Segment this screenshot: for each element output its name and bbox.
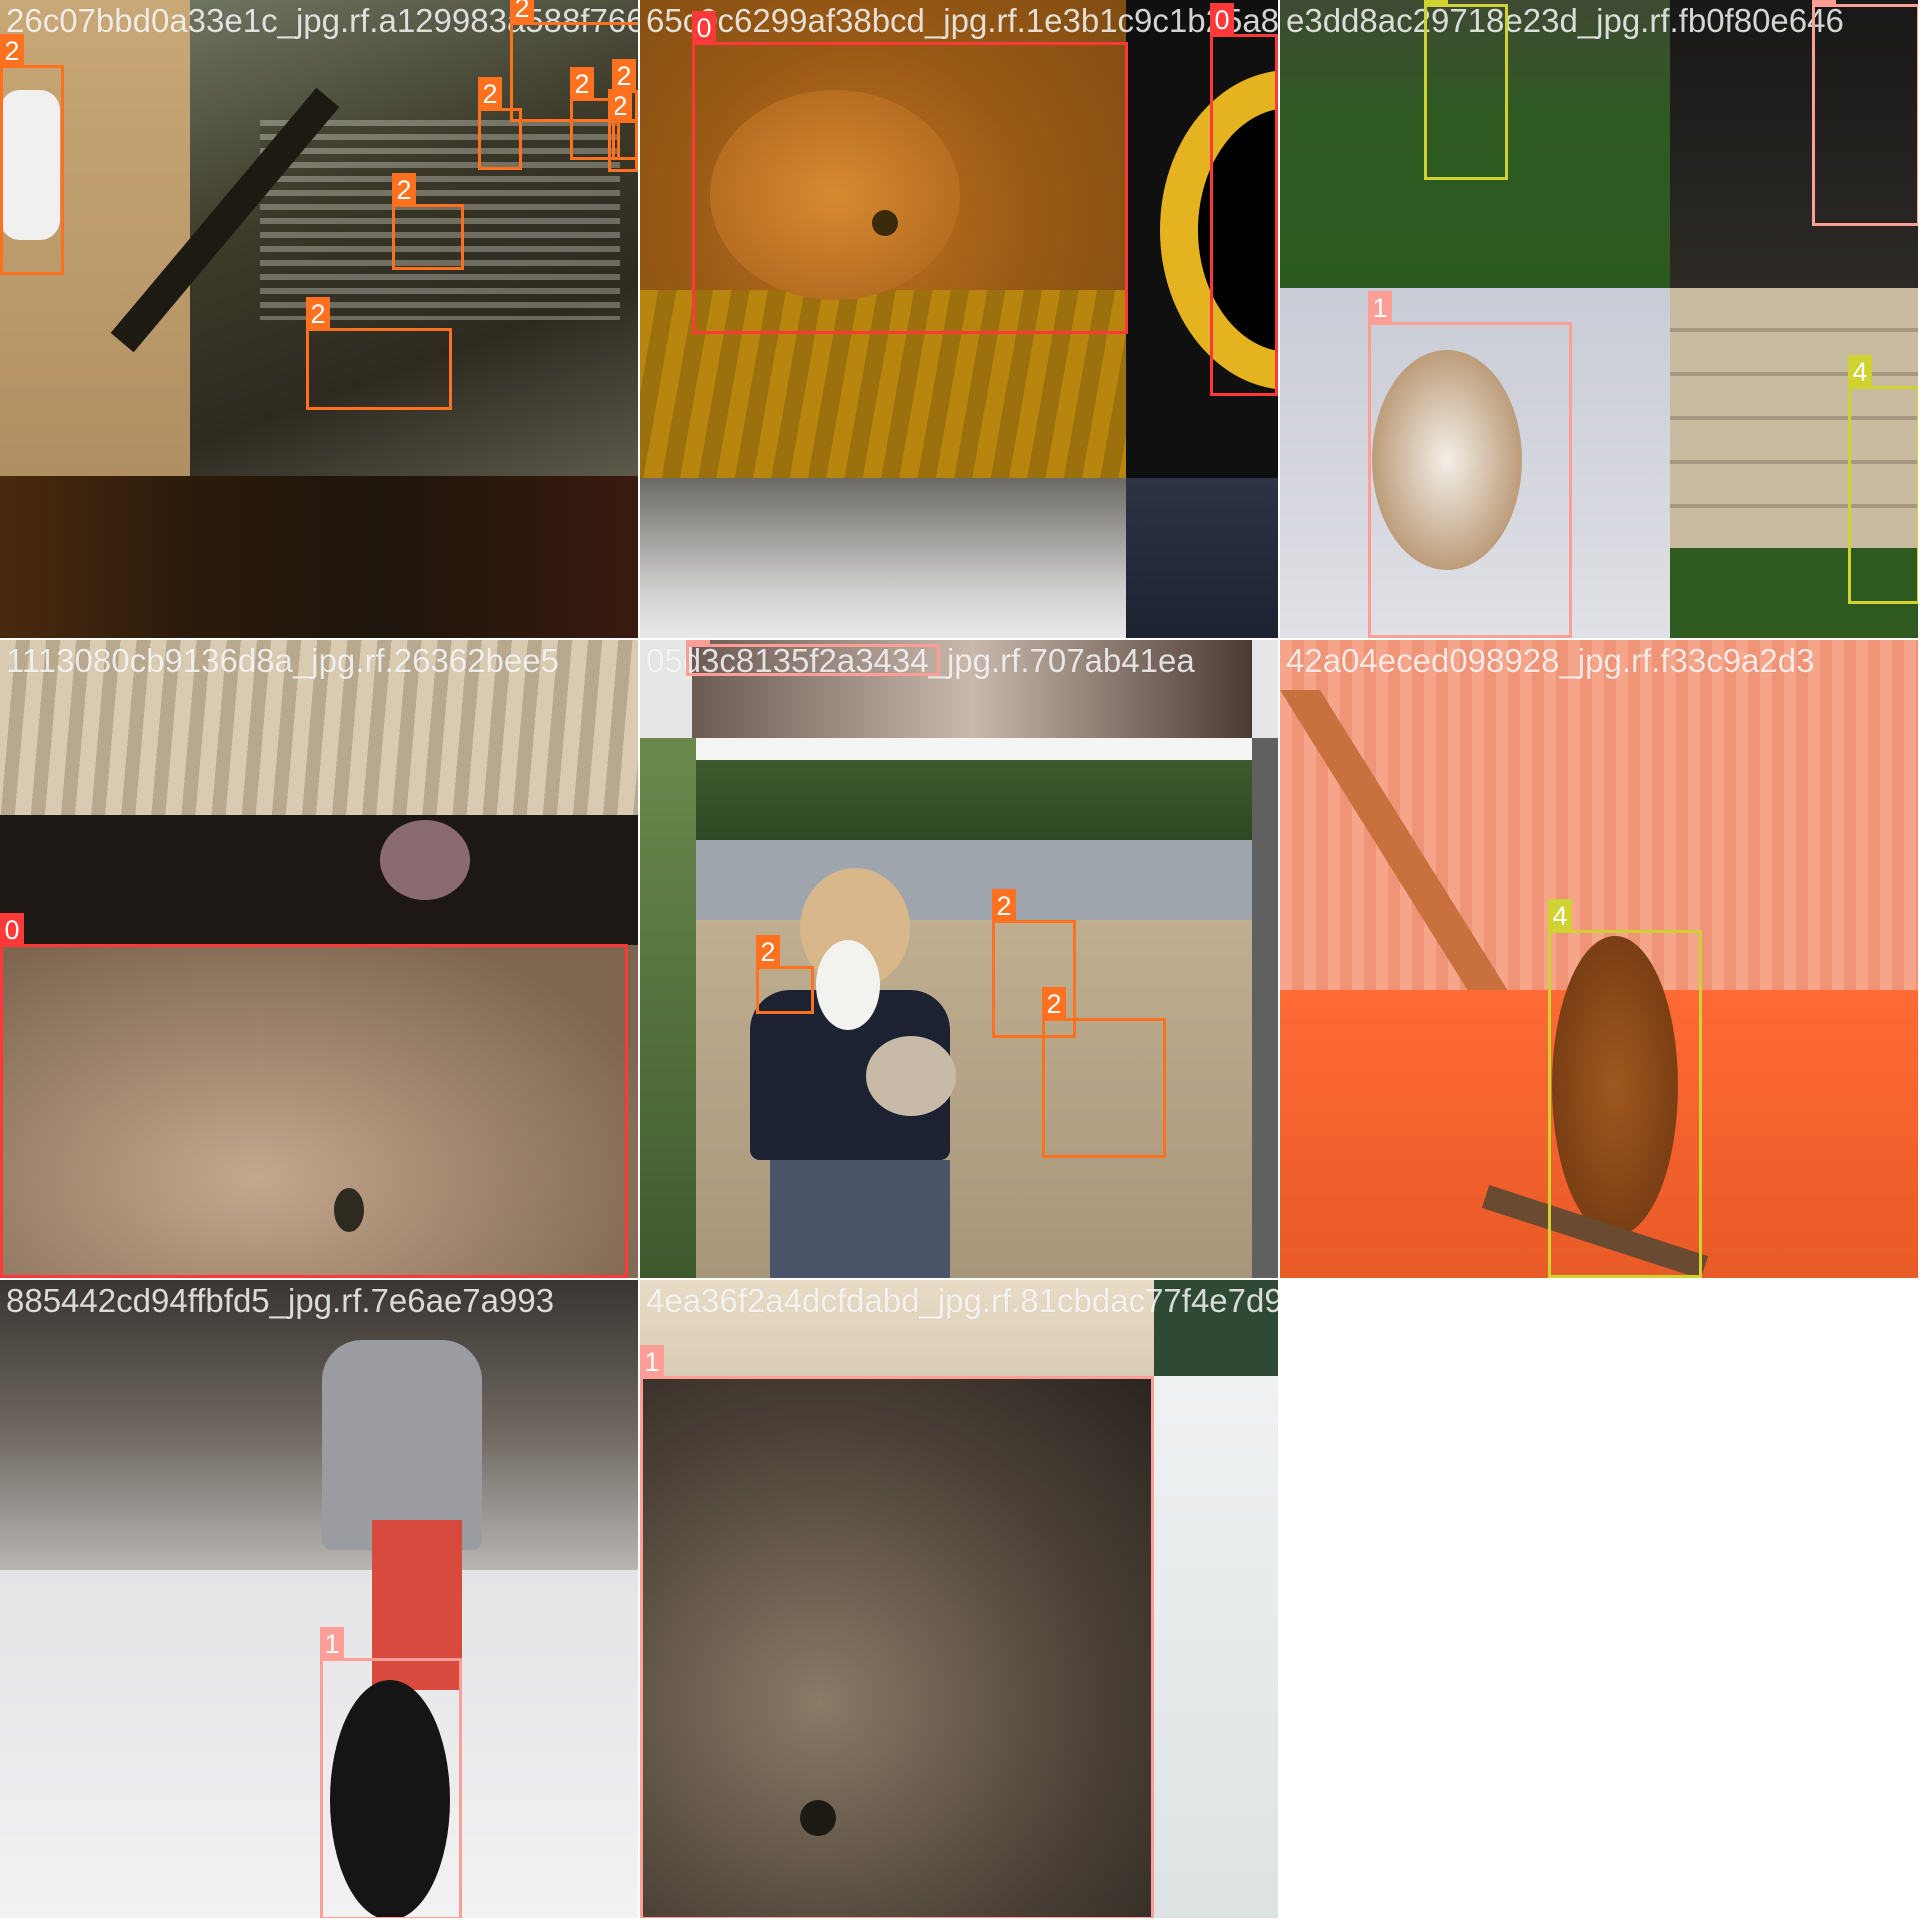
bbox-label: 0 bbox=[0, 913, 24, 947]
tile-4-title: 1113080cb9136d8a_jpg.rf.26362bee5 bbox=[6, 642, 559, 679]
tile-3-title: e3dd8ac29718e23d_jpg.rf.fb0f80e646 bbox=[1286, 2, 1844, 39]
right-edge bbox=[1252, 738, 1278, 1278]
bbox-duck: 2 bbox=[612, 59, 638, 160]
bbox-owl: 4 bbox=[1424, 0, 1508, 180]
tile-2-title: 65c0c6299af38bcd_jpg.rf.1e3b1c9c1b25a80a bbox=[646, 2, 1278, 39]
blue-photo bbox=[1126, 478, 1278, 638]
bbox-goose: 2 bbox=[0, 34, 64, 275]
dark-strip bbox=[0, 476, 638, 638]
mosaic-tile-2: 65c0c6299af38bcd_jpg.rf.1e3b1c9c1b25a80a… bbox=[640, 0, 1278, 638]
person-jacket bbox=[322, 1340, 482, 1550]
bbox-label: 2 bbox=[478, 77, 502, 111]
mosaic-tile-4: 1113080cb9136d8a_jpg.rf.26362bee5 0 bbox=[0, 640, 638, 1278]
dark-background bbox=[0, 815, 638, 955]
bbox-label: 2 bbox=[0, 34, 24, 68]
mosaic-tile-8: 4ea36f2a4dcfdabd_jpg.rf.81cbdac77f4e7d95… bbox=[640, 1280, 1278, 1918]
bbox-label: 2 bbox=[510, 0, 534, 25]
bbox-goose: 2 bbox=[1042, 987, 1166, 1158]
bbox-cat: 0 bbox=[692, 11, 1128, 334]
bbox-dog: 1 bbox=[1812, 0, 1918, 226]
bbox-label: 2 bbox=[570, 67, 594, 101]
bbox-label: 1 bbox=[686, 640, 710, 647]
left-leaves bbox=[640, 738, 696, 1278]
mosaic-tile-3: e3dd8ac29718e23d_jpg.rf.fb0f80e646 4 1 1… bbox=[1280, 0, 1918, 638]
mosaic-tile-5: 05d3c8135f2a3434_jpg.rf.707ab41ea 1 2 2 … bbox=[640, 640, 1278, 1278]
bbox-label: 2 bbox=[306, 297, 330, 331]
mosaic-tile-7: 885442cd94ffbfd5_jpg.rf.7e6ae7a993 1 bbox=[0, 1280, 638, 1918]
empty-mosaic-slot bbox=[1278, 1278, 1920, 1920]
bbox-cat: 0 bbox=[0, 913, 628, 1278]
lake bbox=[696, 840, 1252, 920]
bbox-label: 2 bbox=[392, 173, 416, 207]
bbox-label: 2 bbox=[1042, 987, 1066, 1021]
bbox-label: 4 bbox=[1548, 899, 1572, 933]
winter-scene bbox=[640, 478, 1126, 638]
trees bbox=[696, 760, 1252, 840]
tile-5-image bbox=[640, 640, 1278, 1278]
bbox-label: 0 bbox=[692, 11, 716, 45]
bbox-duck: 2 bbox=[478, 77, 522, 170]
bbox-goose: 2 bbox=[756, 935, 814, 1014]
tile-7-image bbox=[0, 1280, 638, 1918]
bbox-duck: 2 bbox=[306, 297, 452, 410]
bbox-dog: 1 bbox=[686, 640, 940, 676]
swan bbox=[816, 940, 880, 1030]
child-jeans bbox=[770, 1160, 950, 1278]
bbox-label: 1 bbox=[1368, 291, 1392, 325]
bbox-label: 1 bbox=[1812, 0, 1836, 7]
bare-hedge bbox=[0, 1280, 638, 1580]
bbox-dog: 1 bbox=[320, 1627, 462, 1918]
bbox-label: 2 bbox=[756, 935, 780, 969]
bbox-duck: 2 bbox=[392, 173, 464, 270]
bbox-dog: 1 bbox=[640, 1345, 1154, 1918]
bbox-label: 0 bbox=[1210, 3, 1234, 37]
bbox-owl: 4 bbox=[1848, 355, 1918, 604]
mosaic-tile-1: 26c07bbd0a33e1c_jpg.rf.a129983a588f7662 … bbox=[0, 0, 638, 638]
bbox-label: 4 bbox=[1424, 0, 1448, 7]
tile-8-title: 4ea36f2a4dcfdabd_jpg.rf.81cbdac77f4e7d95 bbox=[646, 1282, 1278, 1319]
pink-blur bbox=[380, 820, 470, 900]
snow-ground bbox=[0, 1570, 638, 1918]
bbox-label: 1 bbox=[320, 1627, 344, 1661]
mosaic-tile-6: 42a04eced098928_jpg.rf.f33c9a2d3 4 bbox=[1280, 640, 1918, 1278]
bbox-label: 4 bbox=[1848, 355, 1872, 389]
bbox-label: 2 bbox=[992, 889, 1016, 923]
goose bbox=[866, 1036, 956, 1116]
bbox-label: 1 bbox=[640, 1345, 664, 1379]
bbox-label: 2 bbox=[612, 59, 636, 93]
bbox-cat: 0 bbox=[1210, 3, 1278, 396]
bbox-dog: 1 bbox=[1368, 291, 1572, 638]
tile-6-title: 42a04eced098928_jpg.rf.f33c9a2d3 bbox=[1286, 642, 1815, 679]
bbox-owl: 4 bbox=[1548, 899, 1702, 1278]
blurred-screen bbox=[1154, 1376, 1278, 1918]
tile-7-title: 885442cd94ffbfd5_jpg.rf.7e6ae7a993 bbox=[6, 1282, 555, 1319]
